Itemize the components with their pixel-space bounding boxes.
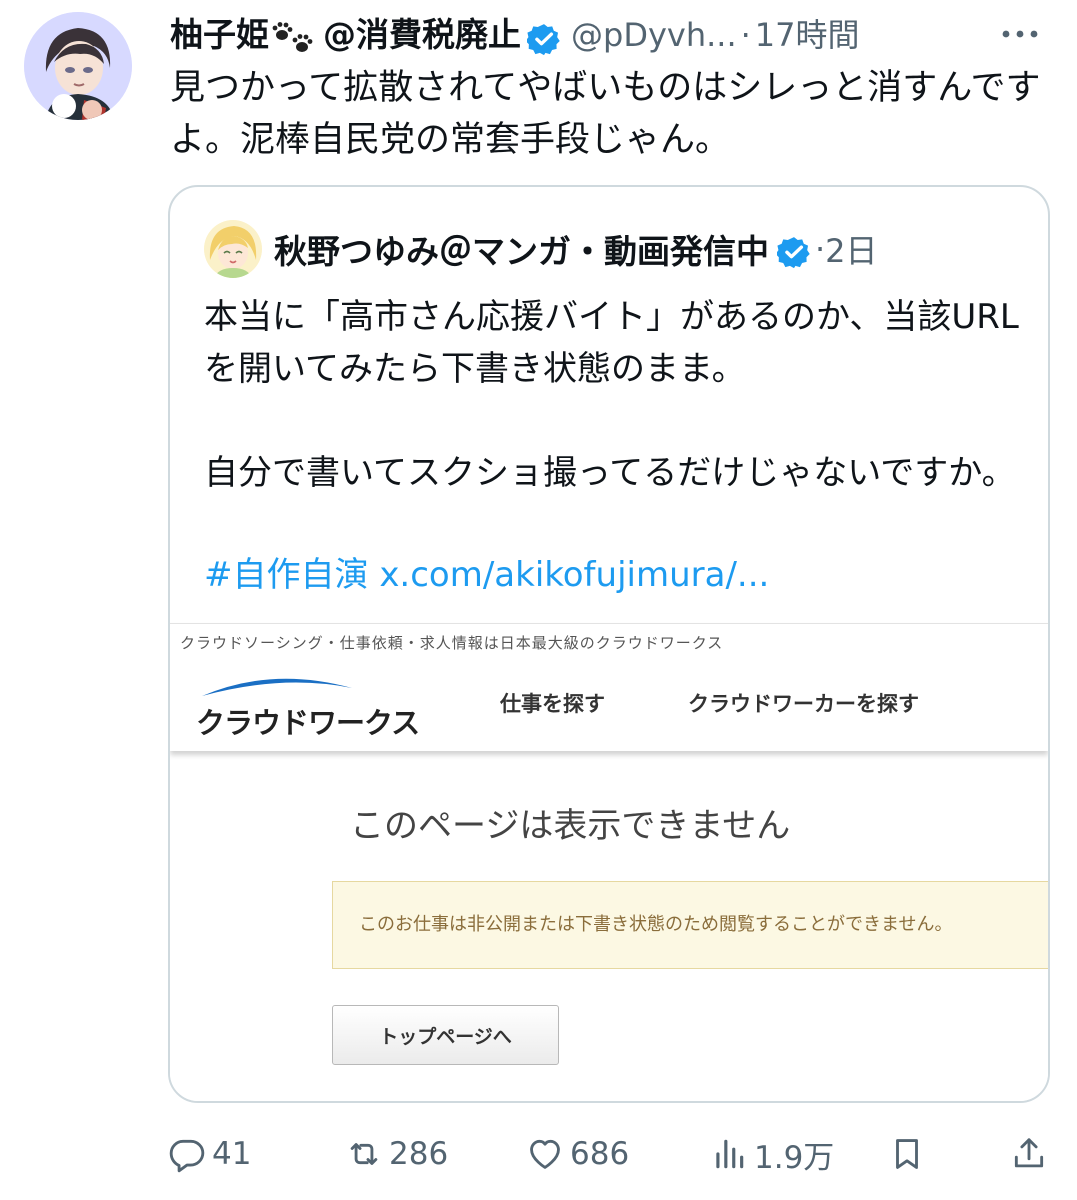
author-display-name[interactable]: 柚子姫 [170,11,269,59]
verified-badge-icon[interactable] [775,235,811,269]
error-notice-text: このお仕事は非公開または下書き状態のため閲覧することができません。 [359,914,953,935]
nav-find-jobs: 仕事を探す [500,692,605,716]
heart-icon [530,1139,560,1169]
quoted-author-name[interactable]: 秋野つゆみ＠マンガ・動画発信中 [274,225,769,273]
quoted-post-header: 秋野つゆみ＠マンガ・動画発信中 · 2日 [204,220,878,278]
views-chart-icon [716,1139,744,1169]
repost-button[interactable]: 286 [345,1124,448,1184]
crowdworks-logo-swoosh-icon [202,678,352,696]
repost-count: 286 [389,1136,449,1172]
views-button[interactable]: 1.9万 [710,1124,834,1184]
attached-screenshot-image[interactable]: クラウドソーシング・仕事依頼・求人情報は日本最大級のクラウドワークス クラウドワ… [170,623,1048,1101]
reply-icon [169,1139,205,1173]
author-name-suffix[interactable]: @消費税廃止 [323,11,521,59]
error-title: このページは表示できません [350,806,791,846]
like-button[interactable]: 686 [526,1124,629,1184]
repost-icon [350,1143,378,1165]
paw-prints-icon [271,20,315,54]
verified-badge-icon[interactable] [525,21,561,56]
nav-find-workers: クラウドワーカーを探す [688,692,919,716]
quoted-header-separator: · [815,230,826,268]
like-count: 686 [570,1136,630,1172]
hashtag-link[interactable]: #自作自演 [204,555,369,595]
bookmark-button[interactable] [888,1124,932,1184]
reply-count: 41 [212,1136,252,1172]
quoted-post-links: #自作自演 x.com/akikofujimura/... [204,549,1024,601]
more-icon[interactable] [990,10,1050,58]
top-page-button: トップページへ [332,1005,559,1065]
error-notice: このお仕事は非公開または下書き状態のため閲覧することができません。 [332,881,1048,969]
author-avatar[interactable] [24,12,132,120]
crowdworks-logo-text: クラウドワークス [196,706,420,740]
url-link[interactable]: x.com/akikofujimura/... [379,555,769,595]
share-icon [1014,1138,1044,1168]
quoted-post-timestamp[interactable]: 2日 [825,226,877,272]
post-text: 見つかって拡散されてやばいものはシレっと消すんですよ。泥棒自民党の常套手段じゃん… [170,68,1041,160]
author-avatar-illustration [24,12,132,120]
crowdworks-header: クラウドソーシング・仕事依頼・求人情報は日本最大級のクラウドワークス クラウドワ… [170,623,1048,751]
quoted-post-text: 本当に「高市さん応援バイト」があるのか、当該URLを開いてみたら下書き状態のまま… [204,297,1019,493]
bookmark-icon [896,1139,918,1169]
action-bar: 41 286 686 1.9万 [0,1124,1077,1184]
quoted-post[interactable]: 秋野つゆみ＠マンガ・動画発信中 · 2日 本当に「高市さん応援バイト」があるのか… [168,185,1050,1103]
header-separator: · [740,16,751,54]
view-count: 1.9万 [754,1139,835,1176]
crowdworks-tagline: クラウドソーシング・仕事依頼・求人情報は日本最大級のクラウドワークス [180,634,724,652]
share-button[interactable] [1010,1124,1054,1184]
crowdworks-logo: クラウドワークス [192,670,420,740]
reply-button[interactable]: 41 [168,1124,251,1184]
post-timestamp[interactable]: 17時間 [755,11,860,59]
author-handle[interactable]: @pDyvh... [571,11,737,59]
quoted-author-avatar[interactable] [204,220,262,278]
post-header: 柚子姫 @消費税廃止 @pDyvh... · 17時間 [170,10,1050,60]
